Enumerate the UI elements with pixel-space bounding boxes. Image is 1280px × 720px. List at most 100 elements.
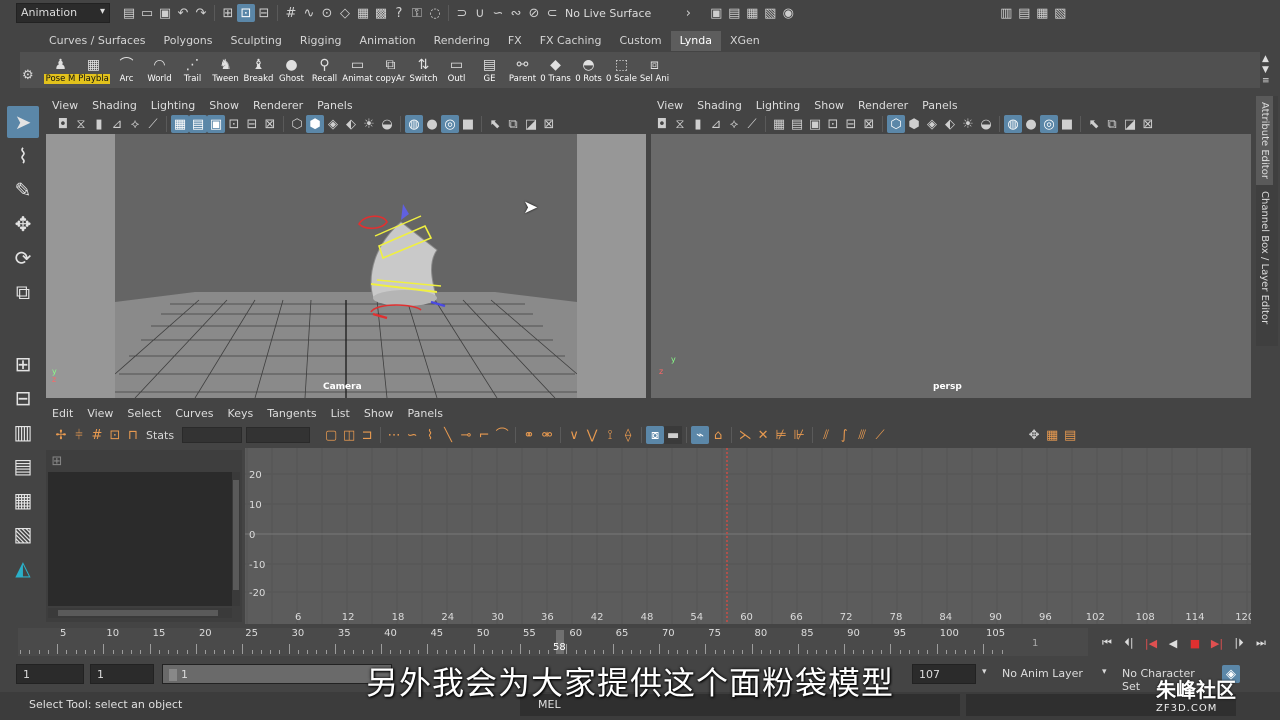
shelf-button-tween[interactable]: ♞ Tween — [209, 56, 242, 86]
menu-set-dropdown[interactable]: Animation ▾ — [16, 3, 110, 23]
xray-icon[interactable]: ◍ — [1004, 115, 1022, 133]
safe-title-icon[interactable]: ⊟ — [243, 115, 261, 133]
undo-icon[interactable]: ↶ — [174, 4, 192, 22]
shelf-button-trail[interactable]: ⋰ Trail — [176, 56, 209, 86]
image-plane-icon[interactable]: ⊿ — [707, 115, 725, 133]
isolate-icon[interactable]: ⊠ — [860, 115, 878, 133]
render-settings-icon[interactable]: ▧ — [761, 4, 779, 22]
render-current-icon[interactable]: ▣ — [707, 4, 725, 22]
menu-renderer[interactable]: Renderer — [253, 99, 303, 112]
ipr-render-icon[interactable]: ▦ — [743, 4, 761, 22]
tab-attribute-editor[interactable]: Attribute Editor — [1256, 96, 1273, 185]
spline-tangent-icon[interactable]: ∽ — [403, 426, 421, 444]
dark-field-icon[interactable]: ▬ — [664, 426, 683, 444]
shelf-button-zero-rots[interactable]: ◓ 0 Rots — [572, 56, 605, 86]
chevron-down-icon[interactable]: ▾ — [982, 667, 987, 677]
step-back-frame-icon[interactable]: ⏴| — [1118, 634, 1140, 652]
cycle-icon[interactable]: ⫽ — [817, 426, 835, 444]
menu-shading[interactable]: Shading — [92, 99, 137, 112]
auto-load-icon[interactable]: ⧇ — [646, 426, 665, 444]
hypershade-icon[interactable]: ◉ — [779, 4, 797, 22]
shadows-icon[interactable]: ◒ — [977, 115, 995, 133]
buffer-curve-icon[interactable]: ⚭ — [520, 426, 538, 444]
safe-action-icon[interactable]: ⊡ — [225, 115, 243, 133]
resolution-gate-icon[interactable]: ▦ — [171, 115, 189, 133]
tab-animation[interactable]: Animation — [351, 31, 425, 51]
menu-panels[interactable]: Panels — [922, 99, 957, 112]
shelf-button-parent[interactable]: ⚯ Parent — [506, 56, 539, 86]
outliner-list[interactable] — [48, 472, 232, 606]
workspace-icon[interactable]: ▥ — [997, 4, 1015, 22]
film-gate-icon[interactable]: ⟋ — [743, 115, 761, 133]
film-gate-icon[interactable]: ⟋ — [144, 115, 162, 133]
go-to-start-icon[interactable]: ⏮ — [1096, 634, 1118, 652]
snap-projected-icon[interactable]: ◇ — [336, 4, 354, 22]
break-tangents-icon[interactable]: ∨ — [565, 426, 583, 444]
camera-icon[interactable]: ◘ — [54, 115, 72, 133]
smooth-shade-icon[interactable]: ⬢ — [306, 115, 324, 133]
tab-fx-caching[interactable]: FX Caching — [531, 31, 611, 51]
tab-fx[interactable]: FX — [499, 31, 531, 51]
shelf-button-pose[interactable]: ♟ Pose M — [44, 56, 77, 86]
step-forward-key-icon[interactable]: ▶| — [1206, 634, 1228, 652]
plateau-tangent-icon[interactable]: ⌒ — [493, 426, 511, 444]
shade-wire-icon[interactable]: ◈ — [923, 115, 941, 133]
maximize-icon[interactable]: ⊠ — [1139, 115, 1157, 133]
wireframe-icon[interactable]: ⬡ — [288, 115, 306, 133]
bookmark-icon[interactable]: ▮ — [689, 115, 707, 133]
tab-rigging[interactable]: Rigging — [291, 31, 351, 51]
clamped-tangent-icon[interactable]: ⌇ — [421, 426, 439, 444]
isolate-icon[interactable]: ⊠ — [261, 115, 279, 133]
maximize-icon[interactable]: ⊠ — [540, 115, 558, 133]
single-view-layout-icon[interactable]: ⊞ — [7, 348, 39, 380]
tab-channel-box[interactable]: Channel Box / Layer Editor — [1256, 185, 1273, 330]
dope-sheet-icon[interactable]: ▦ — [1043, 426, 1061, 444]
shelf-button-switch[interactable]: ⇅ Switch — [407, 56, 440, 86]
shelf-button-playblast[interactable]: ▦ Playbla — [77, 56, 110, 86]
hud-icon[interactable]: ⧉ — [1103, 115, 1121, 133]
time-slider[interactable]: 5 10 15 20 25 30 35 40 45 50 55 60 65 70 75 80 85 90 95 100… — [18, 628, 1088, 656]
save-scene-icon[interactable]: ▣ — [156, 4, 174, 22]
flat-tangent-icon[interactable]: ⊸ — [457, 426, 475, 444]
menu-view[interactable]: View — [52, 99, 78, 112]
motion-blur-icon[interactable]: ■ — [1058, 115, 1076, 133]
menu-tangents[interactable]: Tangents — [267, 407, 316, 420]
play-backwards-icon[interactable]: ◀ — [1162, 634, 1184, 652]
paint-snap-icon[interactable]: ⊘ — [525, 4, 543, 22]
go-to-end-icon[interactable]: ⏭ — [1250, 634, 1272, 652]
normalize-icon[interactable]: ⋋ — [736, 426, 754, 444]
snap-grid-icon[interactable]: # — [282, 4, 300, 22]
shelf-button-select-anim[interactable]: ⧈ Sel Ani — [638, 56, 671, 86]
step-forward-frame-icon[interactable]: |⏵ — [1228, 634, 1250, 652]
oscillate-icon[interactable]: ⫻ — [853, 426, 871, 444]
move-view-icon[interactable]: ✥ — [1025, 426, 1043, 444]
range-bar[interactable]: 1 — [162, 664, 392, 684]
wireframe-icon[interactable]: ⬡ — [887, 115, 905, 133]
viewport-persp[interactable]: y z persp — [651, 134, 1251, 398]
open-scene-icon[interactable]: ▭ — [138, 4, 156, 22]
scale-tool-icon[interactable]: ⧉ — [7, 276, 39, 308]
viewport-camera[interactable]: y z Camera — [46, 134, 646, 399]
hud-icon[interactable]: ⧉ — [504, 115, 522, 133]
shade-wire-icon[interactable]: ◈ — [324, 115, 342, 133]
shelf-button-arc[interactable]: ⌒ Arc — [110, 56, 143, 86]
snap-curve-icon[interactable]: ∿ — [300, 4, 318, 22]
tab-sculpting[interactable]: Sculpting — [221, 31, 290, 51]
image-plane-icon[interactable]: ⊿ — [108, 115, 126, 133]
textured-icon[interactable]: ⬖ — [342, 115, 360, 133]
help-icon[interactable]: ? — [390, 4, 408, 22]
outliner-hscroll[interactable] — [48, 608, 232, 618]
post-infinity-icon[interactable]: ⊮ — [790, 426, 808, 444]
redo-icon[interactable]: ↷ — [192, 4, 210, 22]
four-view-layout-icon[interactable]: ⊟ — [7, 382, 39, 414]
snap-point-icon[interactable]: ⊙ — [318, 4, 336, 22]
shelf-scroll-arrows[interactable]: ▲ ▼ ≡ — [1262, 54, 1270, 87]
menu-list[interactable]: List — [331, 407, 350, 420]
select-tool-icon[interactable]: ➤ — [7, 106, 39, 138]
time-snap-icon[interactable]: ⌁ — [691, 426, 710, 444]
ambient-occlusion-icon[interactable]: ◎ — [441, 115, 459, 133]
frame-playback-icon[interactable]: ◫ — [340, 426, 358, 444]
menu-keys[interactable]: Keys — [228, 407, 254, 420]
shadows-icon[interactable]: ◒ — [378, 115, 396, 133]
linear-infinity-icon[interactable]: ⟋ — [871, 426, 889, 444]
